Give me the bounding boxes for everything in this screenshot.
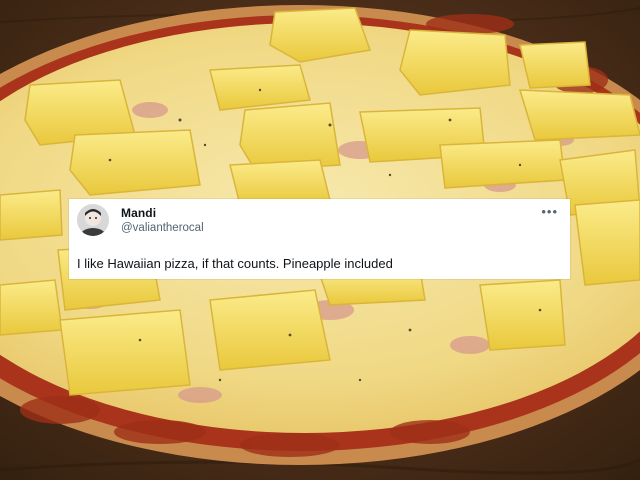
- tweet-text: I like Hawaiian pizza, if that counts. P…: [77, 256, 393, 271]
- avatar[interactable]: [77, 204, 109, 236]
- user-handle[interactable]: @valiantherocal: [121, 222, 204, 234]
- avatar-photo-icon: [77, 204, 109, 236]
- tweet-card[interactable]: Mandi @valiantherocal ••• I like Hawaiia…: [69, 199, 570, 279]
- more-options-icon[interactable]: •••: [541, 204, 558, 219]
- display-name[interactable]: Mandi: [121, 206, 156, 220]
